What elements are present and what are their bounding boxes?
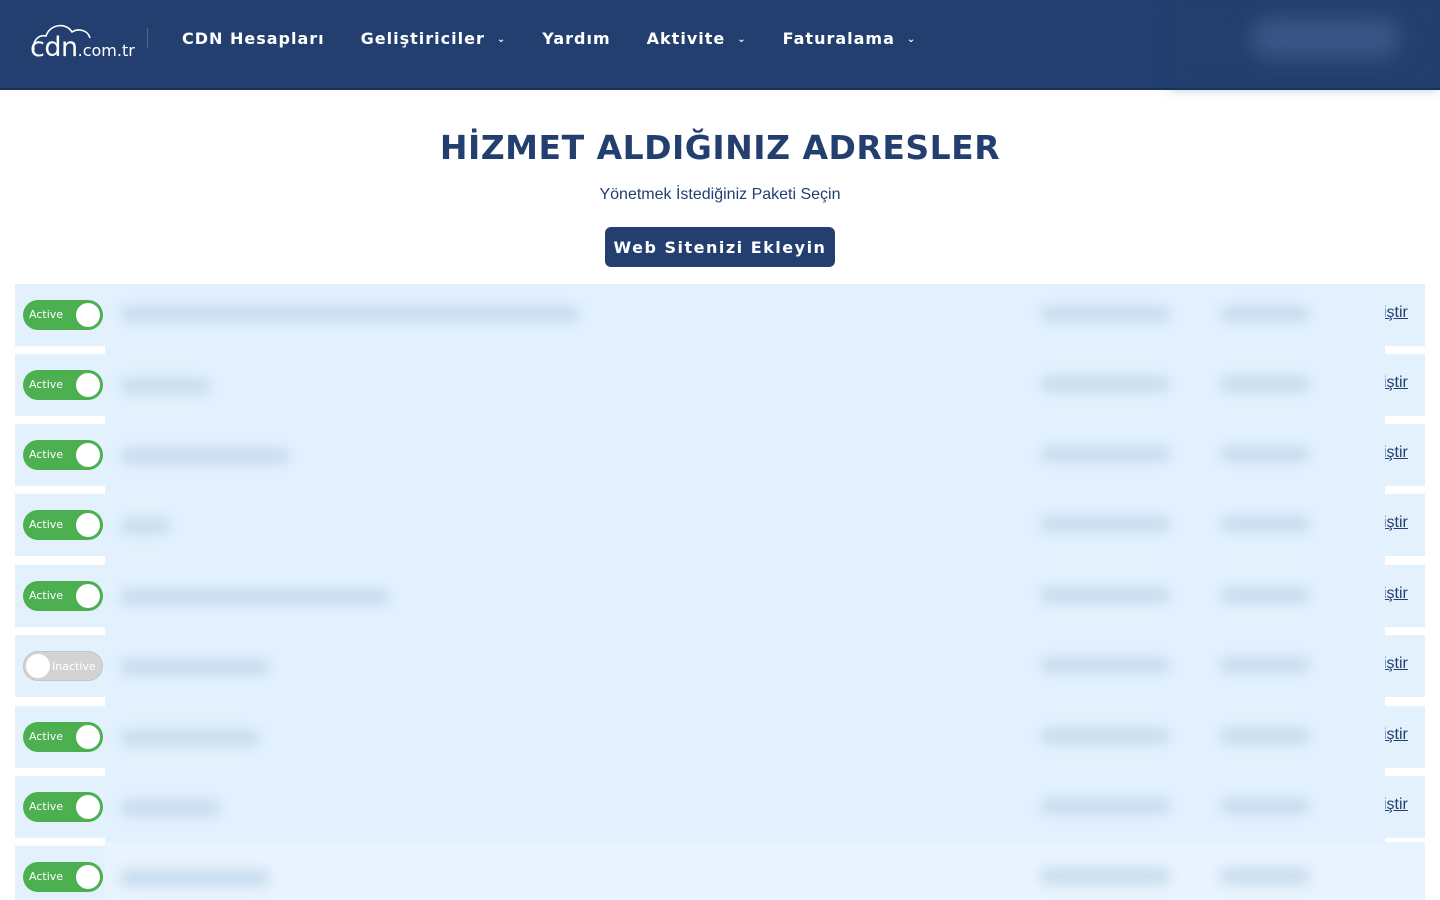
chevron-down-icon: ⌄ bbox=[906, 34, 917, 45]
nav-label: Yardım bbox=[542, 28, 611, 48]
nav-activity[interactable]: Aktivite ⌄ bbox=[647, 29, 747, 48]
redacted-detail bbox=[1220, 306, 1310, 322]
toggle-knob bbox=[76, 584, 100, 608]
redacted-detail bbox=[1040, 798, 1170, 814]
nav-help[interactable]: Yardım bbox=[542, 29, 610, 48]
nav-developers[interactable]: Geliştiriciler ⌄ bbox=[361, 29, 507, 48]
site-status-toggle[interactable]: Active bbox=[23, 440, 103, 470]
redacted-detail bbox=[1220, 376, 1310, 392]
logo-divider bbox=[147, 28, 148, 48]
redacted-domain bbox=[120, 659, 270, 675]
redacted-detail bbox=[1040, 376, 1170, 392]
site-status-toggle[interactable]: Inactive bbox=[23, 651, 103, 681]
redacted-detail bbox=[1040, 446, 1170, 462]
site-status-toggle[interactable]: Active bbox=[23, 722, 103, 752]
navbar-bottom-border bbox=[0, 88, 1440, 90]
redacted-domain bbox=[120, 800, 220, 816]
site-status-toggle[interactable]: Active bbox=[23, 862, 103, 892]
site-manage-link[interactable]: iştir bbox=[1383, 796, 1408, 814]
redacted-detail bbox=[1220, 657, 1310, 673]
cdn-logo[interactable]: cdn.com.tr bbox=[30, 20, 135, 63]
toggle-knob bbox=[76, 443, 100, 467]
redacted-site-details bbox=[105, 284, 1385, 842]
toggle-knob bbox=[76, 373, 100, 397]
main-nav: CDN Hesapları Geliştiriciler ⌄ Yardım Ak… bbox=[182, 26, 916, 50]
redacted-domain bbox=[120, 730, 260, 746]
site-manage-link[interactable]: iştir bbox=[1383, 726, 1408, 744]
redacted-domain bbox=[120, 306, 580, 322]
redacted-domain bbox=[120, 518, 170, 534]
redacted-detail bbox=[1040, 587, 1170, 603]
toggle-knob bbox=[76, 795, 100, 819]
toggle-knob bbox=[76, 725, 100, 749]
site-status-toggle[interactable]: Active bbox=[23, 792, 103, 822]
redacted-detail bbox=[1040, 516, 1170, 532]
toggle-knob bbox=[26, 654, 50, 678]
site-manage-link[interactable]: iştir bbox=[1383, 514, 1408, 532]
redacted-detail bbox=[1220, 446, 1310, 462]
toggle-status-label: Inactive bbox=[52, 660, 96, 673]
site-manage-link[interactable]: iştir bbox=[1383, 655, 1408, 673]
add-website-button[interactable]: Web Sitenizi Ekleyin bbox=[605, 227, 835, 267]
toggle-status-label: Active bbox=[29, 518, 64, 531]
site-status-toggle[interactable]: Active bbox=[23, 370, 103, 400]
site-manage-link[interactable]: iştir bbox=[1383, 585, 1408, 603]
nav-label: Faturalama bbox=[782, 28, 895, 48]
redacted-detail bbox=[1040, 306, 1170, 322]
toggle-status-label: Active bbox=[29, 589, 64, 602]
site-manage-link[interactable]: iştir bbox=[1383, 374, 1408, 392]
chevron-down-icon: ⌄ bbox=[496, 34, 507, 45]
nav-billing[interactable]: Faturalama ⌄ bbox=[783, 29, 917, 48]
redacted-domain bbox=[120, 870, 270, 886]
toggle-status-label: Active bbox=[29, 730, 64, 743]
toggle-status-label: Active bbox=[29, 378, 64, 391]
toggle-status-label: Active bbox=[29, 870, 64, 883]
logo-wordmark: cdn.com.tr bbox=[30, 32, 135, 63]
toggle-status-label: Active bbox=[29, 448, 64, 461]
redacted-detail bbox=[1220, 587, 1310, 603]
nav-label: Aktivite bbox=[646, 28, 726, 48]
toggle-knob bbox=[76, 513, 100, 537]
redacted-detail bbox=[1220, 798, 1310, 814]
redacted-domain bbox=[120, 589, 390, 605]
page-subtitle: Yönetmek İstediğiniz Paketi Seçin bbox=[599, 186, 841, 203]
nav-label: CDN Hesapları bbox=[182, 28, 325, 48]
toggle-knob bbox=[76, 865, 100, 889]
nav-label: Geliştiriciler bbox=[360, 28, 485, 48]
site-manage-link[interactable]: iştir bbox=[1383, 444, 1408, 462]
page-title: HİZMET ALDIĞINIZ ADRESLER bbox=[439, 128, 1001, 167]
toggle-knob bbox=[76, 303, 100, 327]
redacted-detail bbox=[1040, 868, 1170, 884]
site-status-toggle[interactable]: Active bbox=[23, 581, 103, 611]
redacted-detail bbox=[1040, 728, 1170, 744]
redacted-detail bbox=[1220, 868, 1310, 884]
toggle-status-label: Active bbox=[29, 308, 64, 321]
redacted-detail bbox=[1220, 728, 1310, 744]
redacted-domain bbox=[120, 378, 210, 394]
account-button-redacted[interactable] bbox=[1250, 18, 1400, 58]
chevron-down-icon: ⌄ bbox=[737, 34, 747, 45]
nav-cdn-accounts[interactable]: CDN Hesapları bbox=[182, 29, 325, 48]
redacted-detail bbox=[1220, 516, 1310, 532]
site-status-toggle[interactable]: Active bbox=[23, 510, 103, 540]
site-manage-link[interactable]: iştir bbox=[1383, 304, 1408, 322]
site-status-toggle[interactable]: Active bbox=[23, 300, 103, 330]
redacted-detail bbox=[1040, 657, 1170, 673]
toggle-status-label: Active bbox=[29, 800, 64, 813]
redacted-domain bbox=[120, 448, 290, 464]
